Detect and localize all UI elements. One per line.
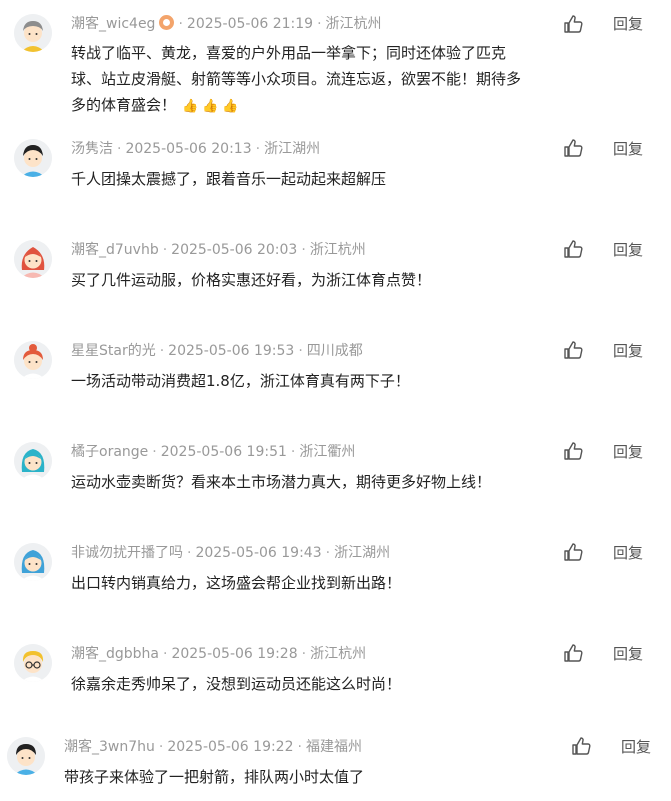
- username[interactable]: 潮客_d7uvhb: [71, 242, 159, 258]
- reply-button[interactable]: 回复: [613, 240, 643, 260]
- comment-meta: 潮客_dgbbha · 2025-05-06 19:28 · 浙江杭州: [71, 646, 367, 662]
- comment-meta: 星星Star的光 · 2025-05-06 19:53 · 四川成都: [71, 343, 363, 359]
- timestamp: 2025-05-06 19:51: [160, 444, 287, 460]
- reply-button[interactable]: 回复: [613, 644, 643, 664]
- username[interactable]: 汤隽洁: [71, 141, 113, 157]
- red-hair-avatar-icon[interactable]: [14, 240, 52, 278]
- location: 福建福州: [305, 739, 362, 755]
- comment-meta: 非诚勿扰开播了吗 · 2025-05-06 19:43 · 浙江湖州: [71, 545, 391, 561]
- teal-hair-avatar-icon[interactable]: [14, 442, 52, 480]
- username[interactable]: 潮客_wic4eg: [71, 16, 155, 32]
- timestamp: 2025-05-06 20:03: [171, 242, 298, 258]
- like-icon[interactable]: [570, 735, 592, 757]
- like-icon[interactable]: [562, 238, 584, 260]
- comment-text: 带孩子来体验了一把射箭，排队两小时太值了: [64, 768, 365, 786]
- glasses-avatar-icon[interactable]: [14, 644, 52, 682]
- red-bun-avatar-icon[interactable]: [14, 341, 52, 379]
- reply-button[interactable]: 回复: [613, 543, 643, 563]
- thumbs-up-emoji: 👍👍👍: [182, 99, 243, 114]
- comment-text: 转战了临平、黄龙，喜爱的户外用品一举拿下；同时还体验了匹克球、站立皮滑艇、射箭等…: [71, 44, 522, 114]
- like-icon[interactable]: [562, 137, 584, 159]
- black-hair-avatar-icon[interactable]: [14, 139, 52, 177]
- comment-meta: 汤隽洁 · 2025-05-06 20:13 · 浙江湖州: [71, 141, 321, 157]
- comment-meta: 潮客_wic4eg · 2025-05-06 21:19 · 浙江杭州: [71, 15, 382, 32]
- timestamp: 2025-05-06 19:28: [171, 646, 298, 662]
- like-icon[interactable]: [562, 339, 584, 361]
- username[interactable]: 橘子orange: [71, 444, 148, 460]
- comment-text: 运动水壶卖断货？看来本土市场潜力真大，期待更多好物上线！: [71, 473, 492, 491]
- comment-meta: 潮客_d7uvhb · 2025-05-06 20:03 · 浙江杭州: [71, 242, 366, 258]
- like-icon[interactable]: [562, 440, 584, 462]
- reply-button[interactable]: 回复: [613, 14, 643, 34]
- reply-button[interactable]: 回复: [621, 737, 651, 757]
- reply-button[interactable]: 回复: [613, 442, 643, 462]
- location: 浙江杭州: [325, 16, 382, 32]
- location: 浙江衢州: [299, 444, 356, 460]
- timestamp: 2025-05-06 20:13: [125, 141, 252, 157]
- like-icon[interactable]: [562, 13, 584, 35]
- like-icon[interactable]: [562, 541, 584, 563]
- level-badge-icon: [159, 15, 175, 30]
- comment-text: 千人团操太震撼了，跟着音乐一起动起来超解压: [71, 170, 387, 188]
- username[interactable]: 星星Star的光: [71, 343, 156, 359]
- username[interactable]: 潮客_3wn7hu: [64, 739, 155, 755]
- location: 浙江杭州: [309, 242, 366, 258]
- location: 浙江湖州: [264, 141, 321, 157]
- location: 四川成都: [306, 343, 363, 359]
- username[interactable]: 潮客_dgbbha: [71, 646, 159, 662]
- timestamp: 2025-05-06 19:43: [195, 545, 322, 561]
- timestamp: 2025-05-06 19:53: [168, 343, 295, 359]
- comment-meta: 潮客_3wn7hu · 2025-05-06 19:22 · 福建福州: [64, 739, 362, 755]
- username[interactable]: 非诚勿扰开播了吗: [71, 545, 183, 561]
- timestamp: 2025-05-06 21:19: [186, 16, 314, 32]
- comment-text: 一场活动带动消费超1.8亿，浙江体育真有两下子！: [71, 372, 410, 390]
- reply-button[interactable]: 回复: [613, 139, 643, 159]
- location: 浙江杭州: [310, 646, 367, 662]
- reply-button[interactable]: 回复: [613, 341, 643, 361]
- location: 浙江湖州: [334, 545, 391, 561]
- grey-hair-avatar-icon[interactable]: [14, 14, 52, 52]
- timestamp: 2025-05-06 19:22: [167, 739, 294, 755]
- blue-hair-avatar-icon[interactable]: [14, 543, 52, 581]
- like-icon[interactable]: [562, 642, 584, 664]
- comment-text: 出口转内销真给力，这场盛会帮企业找到新出路！: [71, 574, 402, 592]
- comment-meta: 橘子orange · 2025-05-06 19:51 · 浙江衢州: [71, 444, 356, 460]
- comment-text: 买了几件运动服，价格实惠还好看，为浙江体育点赞！: [71, 271, 432, 289]
- comment-text: 徐嘉余走秀帅呆了，没想到运动员还能这么时尚！: [71, 675, 402, 693]
- short-hair-avatar-icon[interactable]: [7, 737, 45, 775]
